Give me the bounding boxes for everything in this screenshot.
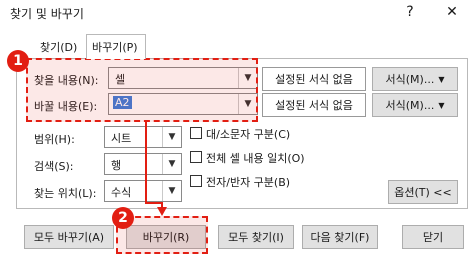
find-label: 찾을 내용(N): [34, 74, 99, 87]
replace-format-button[interactable]: 서식(M)... ▼ [372, 93, 458, 117]
look-in-select[interactable]: 수식 ▼ [104, 180, 182, 202]
tab-find[interactable]: 찾기(D) [36, 36, 81, 58]
replace-button[interactable]: 바꾸기(R) [126, 225, 206, 249]
chevron-down-icon: ▼ [438, 74, 445, 84]
within-label: 범위(H): [34, 133, 75, 146]
within-value: 시트 [111, 132, 132, 145]
help-button[interactable]: ? [398, 2, 422, 22]
look-in-label: 찾는 위치(L): [34, 187, 97, 200]
look-in-value: 수식 [111, 186, 132, 199]
tab-replace[interactable]: 바꾸기(P) [86, 34, 146, 59]
options-button[interactable]: 옵션(T) << [388, 180, 458, 204]
find-next-button[interactable]: 다음 찾기(F) [302, 225, 378, 249]
replace-value: A2 [113, 96, 132, 109]
find-value: 셀 [115, 73, 126, 86]
tab-replace-label: 바꾸기(P) [92, 41, 138, 54]
match-byte-label: 전자/반자 구분(B) [206, 176, 291, 189]
find-format-button[interactable]: 서식(M)... ▼ [372, 67, 458, 91]
step-2-badge: 2 [112, 207, 134, 229]
match-entire-checkbox[interactable] [190, 151, 202, 163]
find-input[interactable]: 셀 ▼ [108, 67, 258, 89]
step-1-badge: 1 [7, 50, 29, 72]
chevron-down-icon: ▼ [162, 127, 181, 147]
within-select[interactable]: 시트 ▼ [104, 126, 182, 148]
chevron-down-icon: ▼ [162, 154, 181, 174]
find-format-status: 설정된 서식 없음 [262, 67, 366, 91]
close-button[interactable]: 닫기 [402, 225, 464, 249]
chevron-down-icon[interactable]: ▼ [238, 68, 257, 88]
match-entire-label: 전체 셀 내용 일치(O) [206, 152, 305, 165]
replace-input[interactable]: A2 ▼ [108, 93, 258, 115]
search-label: 검색(S): [34, 160, 74, 173]
replace-format-status: 설정된 서식 없음 [262, 93, 366, 117]
chevron-down-icon: ▼ [438, 100, 445, 110]
search-select[interactable]: 행 ▼ [104, 153, 182, 175]
chevron-down-icon: ▼ [162, 181, 181, 201]
replace-label: 바꿀 내용(E): [34, 100, 98, 113]
match-case-checkbox[interactable] [190, 127, 202, 139]
window-title: 찾기 및 바꾸기 [10, 7, 84, 21]
match-case-label: 대/소문자 구분(C) [206, 128, 291, 141]
find-all-button[interactable]: 모두 찾기(I) [218, 225, 294, 249]
replace-all-button[interactable]: 모두 바꾸기(A) [24, 225, 114, 249]
match-byte-checkbox[interactable] [190, 175, 202, 187]
search-value: 행 [111, 159, 122, 172]
chevron-down-icon[interactable]: ▼ [238, 94, 257, 114]
close-window-button[interactable]: ✕ [440, 2, 464, 22]
replace-format-label: 서식(M)... [385, 99, 435, 112]
find-format-label: 서식(M)... [385, 73, 435, 86]
